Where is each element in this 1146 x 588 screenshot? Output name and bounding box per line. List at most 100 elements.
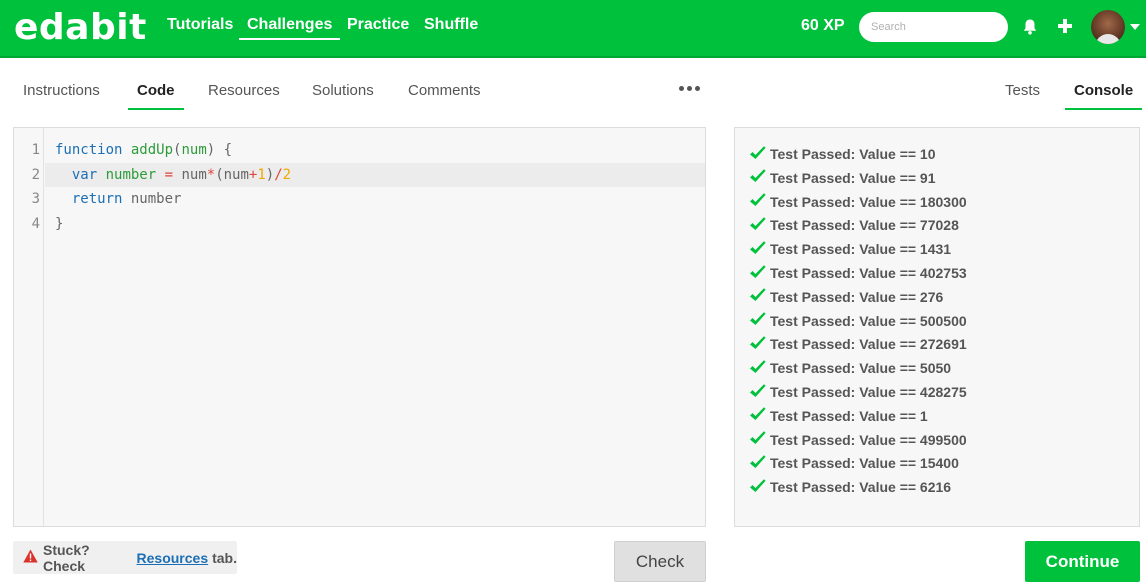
test-result-row: Test Passed: Value == 10 [749, 142, 936, 166]
test-result-row: Test Passed: Value == 402753 [749, 261, 967, 285]
code-content[interactable]: function addUp(num) { var number = num*(… [45, 128, 705, 526]
code-line[interactable]: function addUp(num) { [45, 138, 705, 162]
xp-counter: 60 XP [801, 17, 845, 34]
code-token: * [206, 167, 216, 183]
test-result-text: Test Passed: Value == 402753 [770, 265, 967, 281]
code-token: 2 [282, 167, 292, 183]
notifications-bell-icon[interactable] [1023, 19, 1037, 40]
test-result-text: Test Passed: Value == 1431 [770, 241, 952, 258]
console-output-panel: Test Passed: Value == 10 Test Passed: Val… [734, 127, 1140, 527]
test-result-row: Test Passed: Value == 499500 [749, 428, 967, 452]
test-result-row: Test Passed: Value == 77028 [749, 213, 959, 237]
test-result-text: Test Passed: Value == 272691 [770, 336, 967, 353]
checkmark-icon [749, 287, 770, 306]
checkmark-icon [749, 168, 770, 187]
test-result-row: Test Passed: Value == 1431 [749, 237, 951, 261]
test-result-text: Test Passed: Value == 500500 [770, 312, 967, 329]
code-line[interactable]: return number [45, 187, 705, 211]
checkmark-icon [749, 145, 770, 164]
test-result-text: Test Passed: Value == 1 [770, 407, 928, 424]
test-result-row: Test Passed: Value == 272691 [749, 332, 967, 356]
test-result-row: Test Passed: Value == 1 [749, 404, 928, 428]
tab-instructions[interactable]: Instructions [23, 82, 100, 108]
checkmark-icon [749, 311, 770, 330]
test-result-text: Test Passed: Value == 276 [770, 288, 944, 305]
test-result-text: Test Passed: Value == 180300 [770, 193, 967, 210]
code-token: num [173, 167, 207, 183]
test-result-text: Test Passed: Value == 499500 [770, 431, 967, 448]
tab-tests[interactable]: Tests [1005, 82, 1040, 108]
tab-code[interactable]: Code [128, 82, 184, 110]
check-button[interactable]: Check [614, 541, 706, 582]
test-result-row: Test Passed: Value == 15400 [749, 451, 959, 475]
code-token: = [164, 167, 174, 183]
nav-challenges[interactable]: Challenges [239, 16, 341, 40]
test-result-row: Test Passed: Value == 180300 [749, 190, 967, 214]
hint-text: Stuck? Check [43, 541, 90, 574]
code-line[interactable]: } [45, 212, 705, 236]
test-result-row: Test Passed: Value == 428275 [749, 380, 967, 404]
tab-comments[interactable]: Comments [408, 82, 481, 108]
search-input[interactable] [859, 12, 1008, 42]
tab-console[interactable]: Console [1065, 82, 1143, 110]
warning-triangle-icon [23, 549, 38, 566]
nav-practice[interactable]: Practice [347, 16, 409, 34]
resources-link[interactable]: Resources [137, 550, 209, 566]
code-token: return [71, 191, 123, 207]
code-token: var [71, 167, 98, 183]
test-result-row: Test Passed: Value == 500500 [749, 309, 967, 333]
stuck-hint-banner: Stuck? Check Resources tab. [13, 541, 237, 574]
checkmark-icon [749, 406, 770, 425]
test-result-text: Test Passed: Value == 5050 [770, 360, 952, 377]
hint-text-suffix: tab. [212, 549, 237, 566]
test-result-row: Test Passed: Value == 276 [749, 285, 943, 309]
line-number: 3 [31, 191, 40, 207]
checkmark-icon [749, 264, 770, 283]
line-number: 2 [31, 167, 40, 183]
test-result-text: Test Passed: Value == 91 [770, 169, 936, 186]
test-result-text: Test Passed: Value == 77028 [770, 217, 959, 234]
tab-resources[interactable]: Resources [208, 82, 280, 108]
edabit-logo[interactable]: edabit [14, 7, 147, 48]
checkmark-icon [749, 359, 770, 378]
code-token: } [55, 216, 64, 232]
nav-tutorials[interactable]: Tutorials [167, 16, 233, 34]
code-token: (num [215, 167, 249, 183]
test-result-text: Test Passed: Value == 6216 [770, 479, 952, 496]
checkmark-icon [749, 192, 770, 211]
code-token: ) { [206, 142, 233, 158]
test-result-text: Test Passed: Value == 428275 [770, 384, 967, 400]
test-result-text: Test Passed: Value == 15400 [770, 455, 959, 472]
code-token: ) [265, 167, 275, 183]
checkmark-icon [749, 240, 770, 259]
code-token: addUp [130, 142, 174, 158]
tab-solutions[interactable]: Solutions [312, 82, 374, 108]
top-navigation-bar: edabit Tutorials Challenges Practice Shu… [0, 0, 1146, 58]
nav-shuffle[interactable]: Shuffle [424, 16, 478, 34]
continue-button[interactable]: Continue [1025, 541, 1140, 582]
line-number: 1 [31, 142, 40, 158]
checkmark-icon [749, 216, 770, 235]
add-plus-icon[interactable] [1058, 19, 1072, 38]
user-avatar[interactable] [1091, 10, 1125, 44]
test-result-row: Test Passed: Value == 6216 [749, 475, 951, 499]
test-result-text: Test Passed: Value == 10 [770, 146, 936, 162]
code-editor[interactable]: 1 2 3 4 function addUp(num) { var number… [13, 127, 706, 527]
line-number: 4 [31, 216, 40, 232]
code-token: function [55, 142, 123, 158]
code-token: / [274, 167, 283, 183]
test-result-row: Test Passed: Value == 5050 [749, 356, 951, 380]
code-token: num [181, 142, 207, 158]
code-token: number [122, 191, 182, 207]
more-options-icon[interactable] [679, 86, 700, 91]
account-menu-caret-icon[interactable] [1130, 24, 1140, 30]
code-token: 1 [257, 167, 266, 183]
code-line-active[interactable]: var number = num*(num+1)/2 [45, 163, 705, 187]
test-result-row: Test Passed: Value == 91 [749, 166, 936, 190]
code-token: number [105, 167, 157, 183]
